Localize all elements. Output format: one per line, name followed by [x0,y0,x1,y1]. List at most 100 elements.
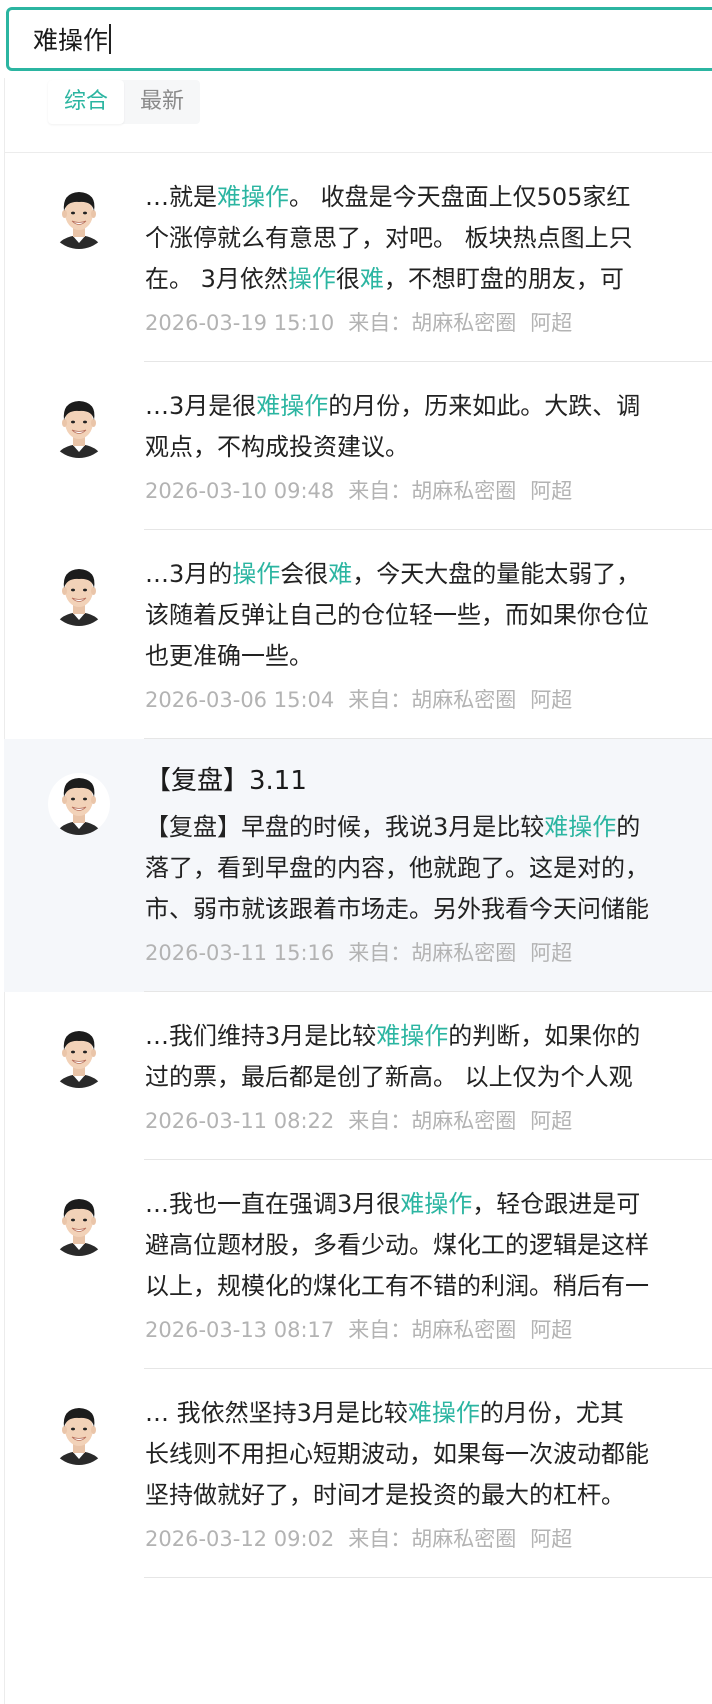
snippet-text: 的判断，如果你的 [448,1022,641,1050]
post-source[interactable]: 来自：胡麻私密圈 [348,688,516,712]
result-snippet-line: …我也一直在强调3月很难操作，轻仓跟进是可 [145,1184,712,1225]
result-body: …3月的操作会很难，今天大盘的量能太弱了， 该随着反弹让自己的仓位轻一些，而如果你… [145,554,712,715]
result-title[interactable]: 【复盘】3.11 [145,763,712,799]
result-snippet-line: 个涨停就么有意思了，对吧。 板块热点图上只 [145,218,712,259]
result-snippet-line: 在。 3月依然操作很难，不想盯盘的朋友，可 [145,259,712,300]
keyword-highlight: 操作 [232,560,281,588]
snippet-text: 落了，看到早盘的内容，他就跑了。这是对的， [145,854,649,882]
result-snippet-line: 也更准确一些。 [145,636,712,677]
keyword-highlight: 难操作 [256,392,329,420]
source-label: 来自： [348,479,412,503]
result-item[interactable]: 【复盘】3.11 【复盘】早盘的时候，我说3月是比较难操作的落了，看到早盘的内容，… [4,739,712,992]
post-author[interactable]: 阿超 [530,941,572,965]
post-author[interactable]: 阿超 [530,688,572,712]
result-meta: 2026-03-06 15:04 来自：胡麻私密圈 阿超 [145,685,712,715]
result-meta: 2026-03-11 15:16 来自：胡麻私密圈 阿超 [145,938,712,968]
source-label: 来自： [348,311,412,335]
avatar[interactable] [48,1020,110,1094]
post-timestamp: 2026-03-06 15:04 [145,688,335,712]
result-snippet-line: 【复盘】早盘的时候，我说3月是比较难操作的 [145,807,712,848]
sort-tabs: 综合 最新 [48,80,201,124]
result-body: …我们维持3月是比较难操作的判断，如果你的过的票，最后都是创了新高。 以上仅为个… [145,1016,712,1136]
avatar-image [48,564,110,626]
post-source[interactable]: 来自：胡麻私密圈 [348,479,516,503]
source-label: 来自： [348,1527,412,1551]
result-body: … 我依然坚持3月是比较难操作的月份，尤其 长线则不用担心短期波动，如果每一次波动… [145,1393,712,1554]
post-source[interactable]: 来自：胡麻私密圈 [348,941,516,965]
post-author[interactable]: 阿超 [530,1318,572,1342]
snippet-text: 很 [335,265,360,293]
post-timestamp: 2026-03-13 08:17 [145,1318,335,1342]
snippet-text: 也更准确一些。 [145,642,313,670]
snippet-text: …我也一直在强调3月很 [145,1190,401,1218]
result-item[interactable]: …3月是很难操作的月份，历来如此。大跌、调 观点，不构成投资建议。 2026-03-… [4,362,712,530]
keyword-highlight: 难操作 [407,1399,480,1427]
post-source[interactable]: 来自：胡麻私密圈 [348,1318,516,1342]
keyword-highlight: 难操作 [544,813,617,841]
keyword-highlight: 难操作 [400,1190,473,1218]
snippet-text: 会很 [280,560,329,588]
snippet-text: 在。 3月依然 [145,265,288,293]
avatar-image [48,396,110,458]
result-snippet-line: …我们维持3月是比较难操作的判断，如果你的 [145,1016,712,1057]
avatar[interactable] [48,767,110,841]
snippet-text: ，轻仓跟进是可 [472,1190,641,1218]
source-name[interactable]: 胡麻私密圈 [411,311,516,335]
keyword-highlight: 操作 [287,265,336,293]
keyword-highlight: 难操作 [217,183,289,211]
post-source[interactable]: 来自：胡麻私密圈 [348,1109,516,1133]
avatar-image [48,773,110,835]
avatar[interactable] [48,181,110,255]
result-snippet-line: 观点，不构成投资建议。 [145,427,712,468]
source-name[interactable]: 胡麻私密圈 [411,1318,516,1342]
post-source[interactable]: 来自：胡麻私密圈 [348,1527,516,1551]
avatar[interactable] [48,558,110,632]
result-snippet-line: …就是难操作。 收盘是今天盘面上仅505家红 [145,177,712,218]
avatar-image [48,1026,110,1088]
search-input[interactable]: 难操作 [33,23,112,59]
tab-comprehensive[interactable]: 综合 [48,80,125,124]
result-item[interactable]: …我们维持3月是比较难操作的判断，如果你的过的票，最后都是创了新高。 以上仅为个… [4,992,712,1160]
snippet-text: ，今天大盘的量能太弱了， [352,560,641,588]
post-timestamp: 2026-03-10 09:48 [145,479,335,503]
post-source[interactable]: 来自：胡麻私密圈 [348,311,516,335]
snippet-text: … 我依然坚持3月是比较 [145,1399,408,1427]
result-snippet-line: 过的票，最后都是创了新高。 以上仅为个人观 [145,1057,712,1098]
keyword-highlight: 难操作 [376,1022,449,1050]
source-name[interactable]: 胡麻私密圈 [411,1109,516,1133]
result-item[interactable]: … 我依然坚持3月是比较难操作的月份，尤其 长线则不用担心短期波动，如果每一次波动… [4,1369,712,1578]
snippet-text: 个涨停就么有意思了，对吧。 板块热点图上只 [145,224,633,252]
source-name[interactable]: 胡麻私密圈 [411,941,516,965]
result-body: 【复盘】3.11 【复盘】早盘的时候，我说3月是比较难操作的落了，看到早盘的内容，… [145,763,712,968]
result-divider [144,1577,712,1578]
result-item[interactable]: …就是难操作。 收盘是今天盘面上仅505家红个涨停就么有意思了，对吧。 板块热点… [4,153,712,362]
snippet-text: ，不想盯盘的朋友，可 [383,265,624,293]
snippet-text: …3月的 [145,560,233,588]
avatar-image [48,1194,110,1256]
snippet-text: 过的票，最后都是创了新高。 以上仅为个人观 [145,1063,633,1091]
result-item[interactable]: …3月的操作会很难，今天大盘的量能太弱了， 该随着反弹让自己的仓位轻一些，而如果你… [4,530,712,739]
snippet-text: 【复盘】早盘的时候，我说3月是比较 [145,813,545,841]
avatar[interactable] [48,390,110,464]
avatar[interactable] [48,1397,110,1471]
result-snippet-line: 避高位题材股，多看少动。煤化工的逻辑是这样 [145,1225,712,1266]
source-name[interactable]: 胡麻私密圈 [411,1527,516,1551]
result-meta: 2026-03-10 09:48 来自：胡麻私密圈 阿超 [145,476,712,506]
result-meta: 2026-03-11 08:22 来自：胡麻私密圈 阿超 [145,1106,712,1136]
post-author[interactable]: 阿超 [530,479,572,503]
post-author[interactable]: 阿超 [530,1527,572,1551]
source-name[interactable]: 胡麻私密圈 [411,688,516,712]
tab-latest[interactable]: 最新 [124,80,200,124]
source-name[interactable]: 胡麻私密圈 [411,479,516,503]
result-body: …我也一直在强调3月很难操作，轻仓跟进是可 避高位题材股，多看少动。煤化工的逻辑是… [145,1184,712,1345]
snippet-text: 的 [616,813,641,841]
post-author[interactable]: 阿超 [530,1109,572,1133]
result-snippet-line: …3月的操作会很难，今天大盘的量能太弱了， [145,554,712,595]
search-bar[interactable]: 难操作 [6,7,712,71]
avatar[interactable] [48,1188,110,1262]
post-author[interactable]: 阿超 [530,311,572,335]
snippet-text: 该随着反弹让自己的仓位轻一些，而如果你仓位 [145,601,649,629]
source-label: 来自： [348,1318,412,1342]
result-item[interactable]: …我也一直在强调3月很难操作，轻仓跟进是可 避高位题材股，多看少动。煤化工的逻辑是… [4,1160,712,1369]
keyword-highlight: 难 [359,265,384,293]
